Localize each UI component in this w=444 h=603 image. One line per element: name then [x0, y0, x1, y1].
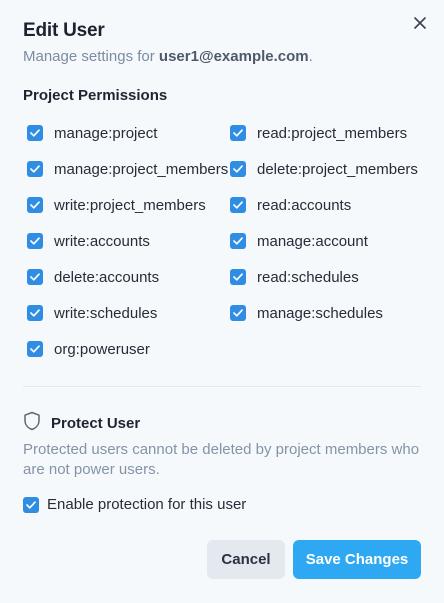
subtitle-prefix: Manage settings for	[23, 48, 159, 65]
checkmark-icon[interactable]	[27, 233, 43, 249]
checkmark-icon[interactable]	[230, 233, 246, 249]
permission-checkbox-read-project-members[interactable]: read:project_members	[230, 123, 407, 143]
protect-user-title: Protect User	[51, 415, 141, 432]
permission-label: read:accounts	[257, 196, 352, 214]
checkmark-icon[interactable]	[27, 161, 43, 177]
permission-checkbox-write-schedules[interactable]: write:schedules	[27, 303, 157, 323]
permission-label: manage:schedules	[257, 304, 383, 322]
permission-checkbox-delete-accounts[interactable]: delete:accounts	[27, 267, 159, 287]
cancel-button[interactable]: Cancel	[207, 540, 285, 579]
checkmark-icon[interactable]	[27, 341, 43, 357]
edit-user-dialog: Edit User Manage settings for user1@exam…	[0, 0, 444, 603]
permission-label: write:schedules	[54, 304, 158, 322]
enable-protection-label: Enable protection for this user	[47, 496, 247, 513]
protect-user-header: Protect User	[23, 411, 140, 436]
permission-checkbox-write-project-members[interactable]: write:project_members	[27, 195, 206, 215]
permission-label: read:project_members	[257, 124, 408, 142]
permission-checkbox-read-schedules[interactable]: read:schedules	[230, 267, 359, 287]
permissions-section-title: Project Permissions	[23, 87, 168, 104]
checkmark-icon[interactable]	[27, 125, 43, 141]
save-changes-button[interactable]: Save Changes	[293, 540, 421, 579]
permission-checkbox-write-accounts[interactable]: write:accounts	[27, 231, 150, 251]
dialog-subtitle: Manage settings for user1@example.com.	[23, 48, 313, 65]
close-icon[interactable]	[409, 12, 431, 34]
dialog-title: Edit User	[23, 20, 105, 41]
permission-label: delete:accounts	[54, 268, 160, 286]
permission-checkbox-org-poweruser[interactable]: org:poweruser	[27, 339, 150, 359]
shield-icon	[23, 411, 41, 436]
subtitle-suffix: .	[308, 48, 313, 65]
checkmark-icon[interactable]	[230, 197, 246, 213]
permission-label: org:poweruser	[54, 340, 150, 358]
permission-label: manage:account	[257, 232, 368, 250]
permission-checkbox-manage-project[interactable]: manage:project	[27, 123, 157, 143]
permission-checkbox-delete-project-members[interactable]: delete:project_members	[230, 159, 418, 179]
checkmark-icon[interactable]	[230, 161, 246, 177]
permission-checkbox-read-accounts[interactable]: read:accounts	[230, 195, 351, 215]
checkmark-icon[interactable]	[27, 269, 43, 285]
checkmark-icon[interactable]	[230, 305, 246, 321]
checkmark-icon[interactable]	[23, 496, 39, 513]
section-divider	[23, 386, 421, 387]
enable-protection-checkbox[interactable]: Enable protection for this user	[23, 496, 246, 513]
checkmark-icon[interactable]	[230, 269, 246, 285]
permission-label: manage:project	[54, 124, 158, 142]
permission-label: delete:project_members	[257, 160, 418, 178]
user-email: user1@example.com	[158, 48, 309, 65]
permission-label: write:accounts	[54, 232, 150, 250]
permission-checkbox-manage-schedules[interactable]: manage:schedules	[230, 303, 383, 323]
checkmark-icon[interactable]	[27, 305, 43, 321]
permission-label: write:project_members	[54, 196, 206, 214]
checkmark-icon[interactable]	[27, 197, 43, 213]
permission-label: read:schedules	[257, 268, 359, 286]
protect-user-description: Protected users cannot be deleted by pro…	[23, 441, 420, 478]
permission-checkbox-manage-project-members[interactable]: manage:project_members	[27, 159, 228, 179]
checkmark-icon[interactable]	[230, 125, 246, 141]
permission-checkbox-manage-account[interactable]: manage:account	[230, 231, 368, 251]
permission-label: manage:project_members	[54, 160, 229, 178]
